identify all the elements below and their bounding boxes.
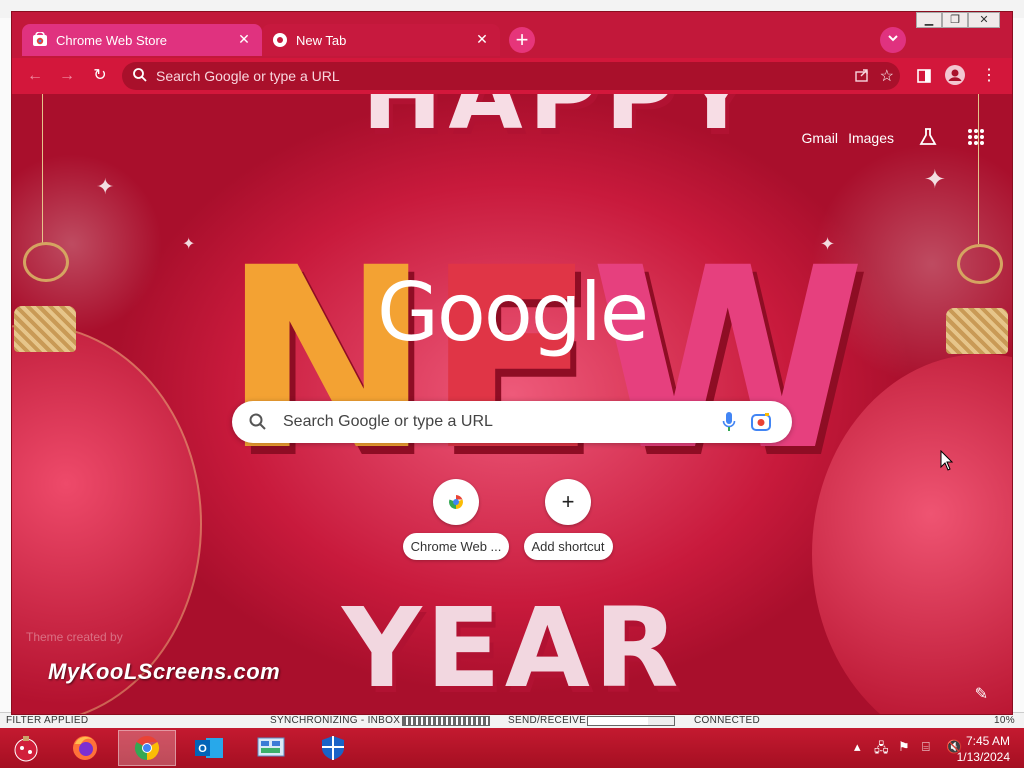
minimize-button[interactable]: ▁ xyxy=(916,12,942,28)
sync-progress-bar xyxy=(402,716,490,726)
system-tray: ▴ 🖧 ⚑ ⌸ 🔇 7:45 AM 1/13/2024 xyxy=(824,728,1024,768)
start-button[interactable] xyxy=(0,730,52,766)
customize-pencil-icon[interactable]: ✎ xyxy=(975,684,988,704)
tab-chrome-web-store[interactable]: Chrome Web Store ✕ xyxy=(22,24,262,56)
chevron-down-icon xyxy=(888,35,898,42)
taskbar-chrome[interactable] xyxy=(118,730,176,766)
watermark-text: MyKooLScreens.com xyxy=(48,659,281,684)
show-hidden-icons-icon[interactable]: ▴ xyxy=(854,739,861,755)
wired-network-icon[interactable]: ⌸ xyxy=(922,739,930,755)
outlook-icon: O xyxy=(195,738,223,758)
network-manager-icon xyxy=(257,737,285,757)
status-zoom: 10% xyxy=(994,715,1015,726)
start-ornament-icon xyxy=(14,736,38,762)
tab-new-tab[interactable]: New Tab ✕ xyxy=(262,24,500,56)
ornament-left xyxy=(12,324,202,714)
close-tab-icon[interactable]: ✕ xyxy=(474,31,490,47)
close-window-button[interactable]: ✕ xyxy=(968,12,1000,28)
flag-icon[interactable]: ⚑ xyxy=(898,739,910,755)
status-filter: FILTER APPLIED xyxy=(6,715,89,726)
sparkle-decoration: ✦ xyxy=(96,174,115,199)
reload-icon[interactable]: ↻ xyxy=(89,65,111,87)
firefox-icon xyxy=(73,736,97,760)
ntp-top-links: Gmail Images xyxy=(712,127,1012,160)
shortcut-label: Chrome Web ... xyxy=(402,533,510,560)
happy-text-art: HAPPY xyxy=(362,94,757,151)
year-text-art: YEAR xyxy=(342,584,683,712)
forward-arrow-icon[interactable]: → xyxy=(56,65,78,87)
sparkle-decoration: ✦ xyxy=(924,164,946,194)
clock-time: 7:45 AM xyxy=(965,734,1010,748)
tab-search-button[interactable] xyxy=(880,27,906,53)
address-bar[interactable]: Search Google or type a URL ☆ xyxy=(122,62,900,90)
tab-title: Chrome Web Store xyxy=(56,32,168,48)
side-panel-icon[interactable] xyxy=(913,65,935,87)
letter-w-art: W xyxy=(590,214,866,505)
search-icon xyxy=(249,413,266,430)
new-tab-page: ✦ ✦ ✦ ✦ HAPPY NEW YEAR Gmail Images Goog… xyxy=(12,94,1012,714)
theme-credit: Theme created by xyxy=(26,630,123,644)
browser-toolbar: ← → ↻ Search Google or type a URL ☆ ⋮ xyxy=(12,58,1012,94)
status-connected: CONNECTED xyxy=(694,715,761,726)
search-icon xyxy=(133,68,147,82)
status-send-receive: SEND/RECEIVE xyxy=(508,715,587,726)
ornament-string-right xyxy=(978,94,979,244)
new-text-art: NEW xyxy=(222,214,866,505)
send-progress-bar xyxy=(587,716,675,726)
letter-e-art: E xyxy=(425,214,596,505)
outlook-status-bar: FILTER APPLIED SYNCHRONIZING - INBOX SEN… xyxy=(0,712,1024,729)
back-arrow-icon[interactable]: ← xyxy=(24,65,46,87)
chrome-icon xyxy=(134,736,160,760)
tab-strip: Chrome Web Store ✕ New Tab ✕ + ▁ ❐ ✕ xyxy=(12,12,1012,58)
ntp-search-box[interactable]: Search Google or type a URL xyxy=(232,401,792,443)
google-lens-icon[interactable] xyxy=(750,411,772,433)
gmail-link[interactable]: Gmail xyxy=(801,130,838,146)
close-tab-icon[interactable]: ✕ xyxy=(236,31,252,47)
mouse-cursor-icon xyxy=(940,450,954,471)
letter-n-art: N xyxy=(222,214,431,505)
images-link[interactable]: Images xyxy=(848,130,894,146)
ntp-search-placeholder: Search Google or type a URL xyxy=(283,413,493,430)
chrome-icon xyxy=(272,32,288,48)
taskbar-outlook[interactable]: O xyxy=(180,730,238,766)
new-tab-button[interactable]: + xyxy=(509,27,535,53)
chrome-web-store-icon xyxy=(433,479,479,525)
ornament-string-left xyxy=(42,94,43,244)
network-icon[interactable]: 🖧 xyxy=(874,739,889,761)
taskbar-network-manager[interactable] xyxy=(242,730,300,766)
google-apps-grid-icon[interactable] xyxy=(966,127,986,150)
plus-icon: + xyxy=(545,479,591,525)
share-icon[interactable] xyxy=(854,67,870,83)
chrome-window: Chrome Web Store ✕ New Tab ✕ + ▁ ❐ ✕ ← →… xyxy=(12,12,1012,714)
clock-date: 1/13/2024 xyxy=(956,750,1010,764)
windows-taskbar: O ▴ 🖧 ⚑ ⌸ 🔇 7:45 AM 1/13/2024 xyxy=(0,728,1024,768)
tab-title: New Tab xyxy=(296,32,347,48)
clock[interactable]: 7:45 AM 1/13/2024 xyxy=(957,733,1010,765)
defender-shield-icon xyxy=(322,736,344,760)
sparkle-decoration: ✦ xyxy=(182,236,196,253)
shortcut-label: Add shortcut xyxy=(523,533,613,560)
voice-search-mic-icon[interactable] xyxy=(722,411,736,433)
google-logo: Google xyxy=(376,266,649,359)
more-menu-icon[interactable]: ⋮ xyxy=(978,65,1000,87)
svg-text:O: O xyxy=(198,743,207,755)
taskbar-firefox[interactable] xyxy=(56,730,114,766)
background-app-right-edge xyxy=(1011,18,1024,718)
bookmark-star-icon[interactable]: ☆ xyxy=(880,66,894,86)
labs-flask-icon[interactable] xyxy=(918,127,938,150)
status-sync: SYNCHRONIZING - INBOX xyxy=(270,715,401,726)
taskbar-defender[interactable] xyxy=(304,730,362,766)
chrome-web-store-icon xyxy=(32,32,48,48)
add-shortcut-button[interactable]: + Add shortcut xyxy=(508,479,628,560)
address-bar-placeholder: Search Google or type a URL xyxy=(156,68,340,84)
shortcut-chrome-web-store[interactable]: Chrome Web ... xyxy=(396,479,516,560)
profile-avatar-icon[interactable] xyxy=(944,65,966,87)
maximize-button[interactable]: ❐ xyxy=(942,12,968,28)
